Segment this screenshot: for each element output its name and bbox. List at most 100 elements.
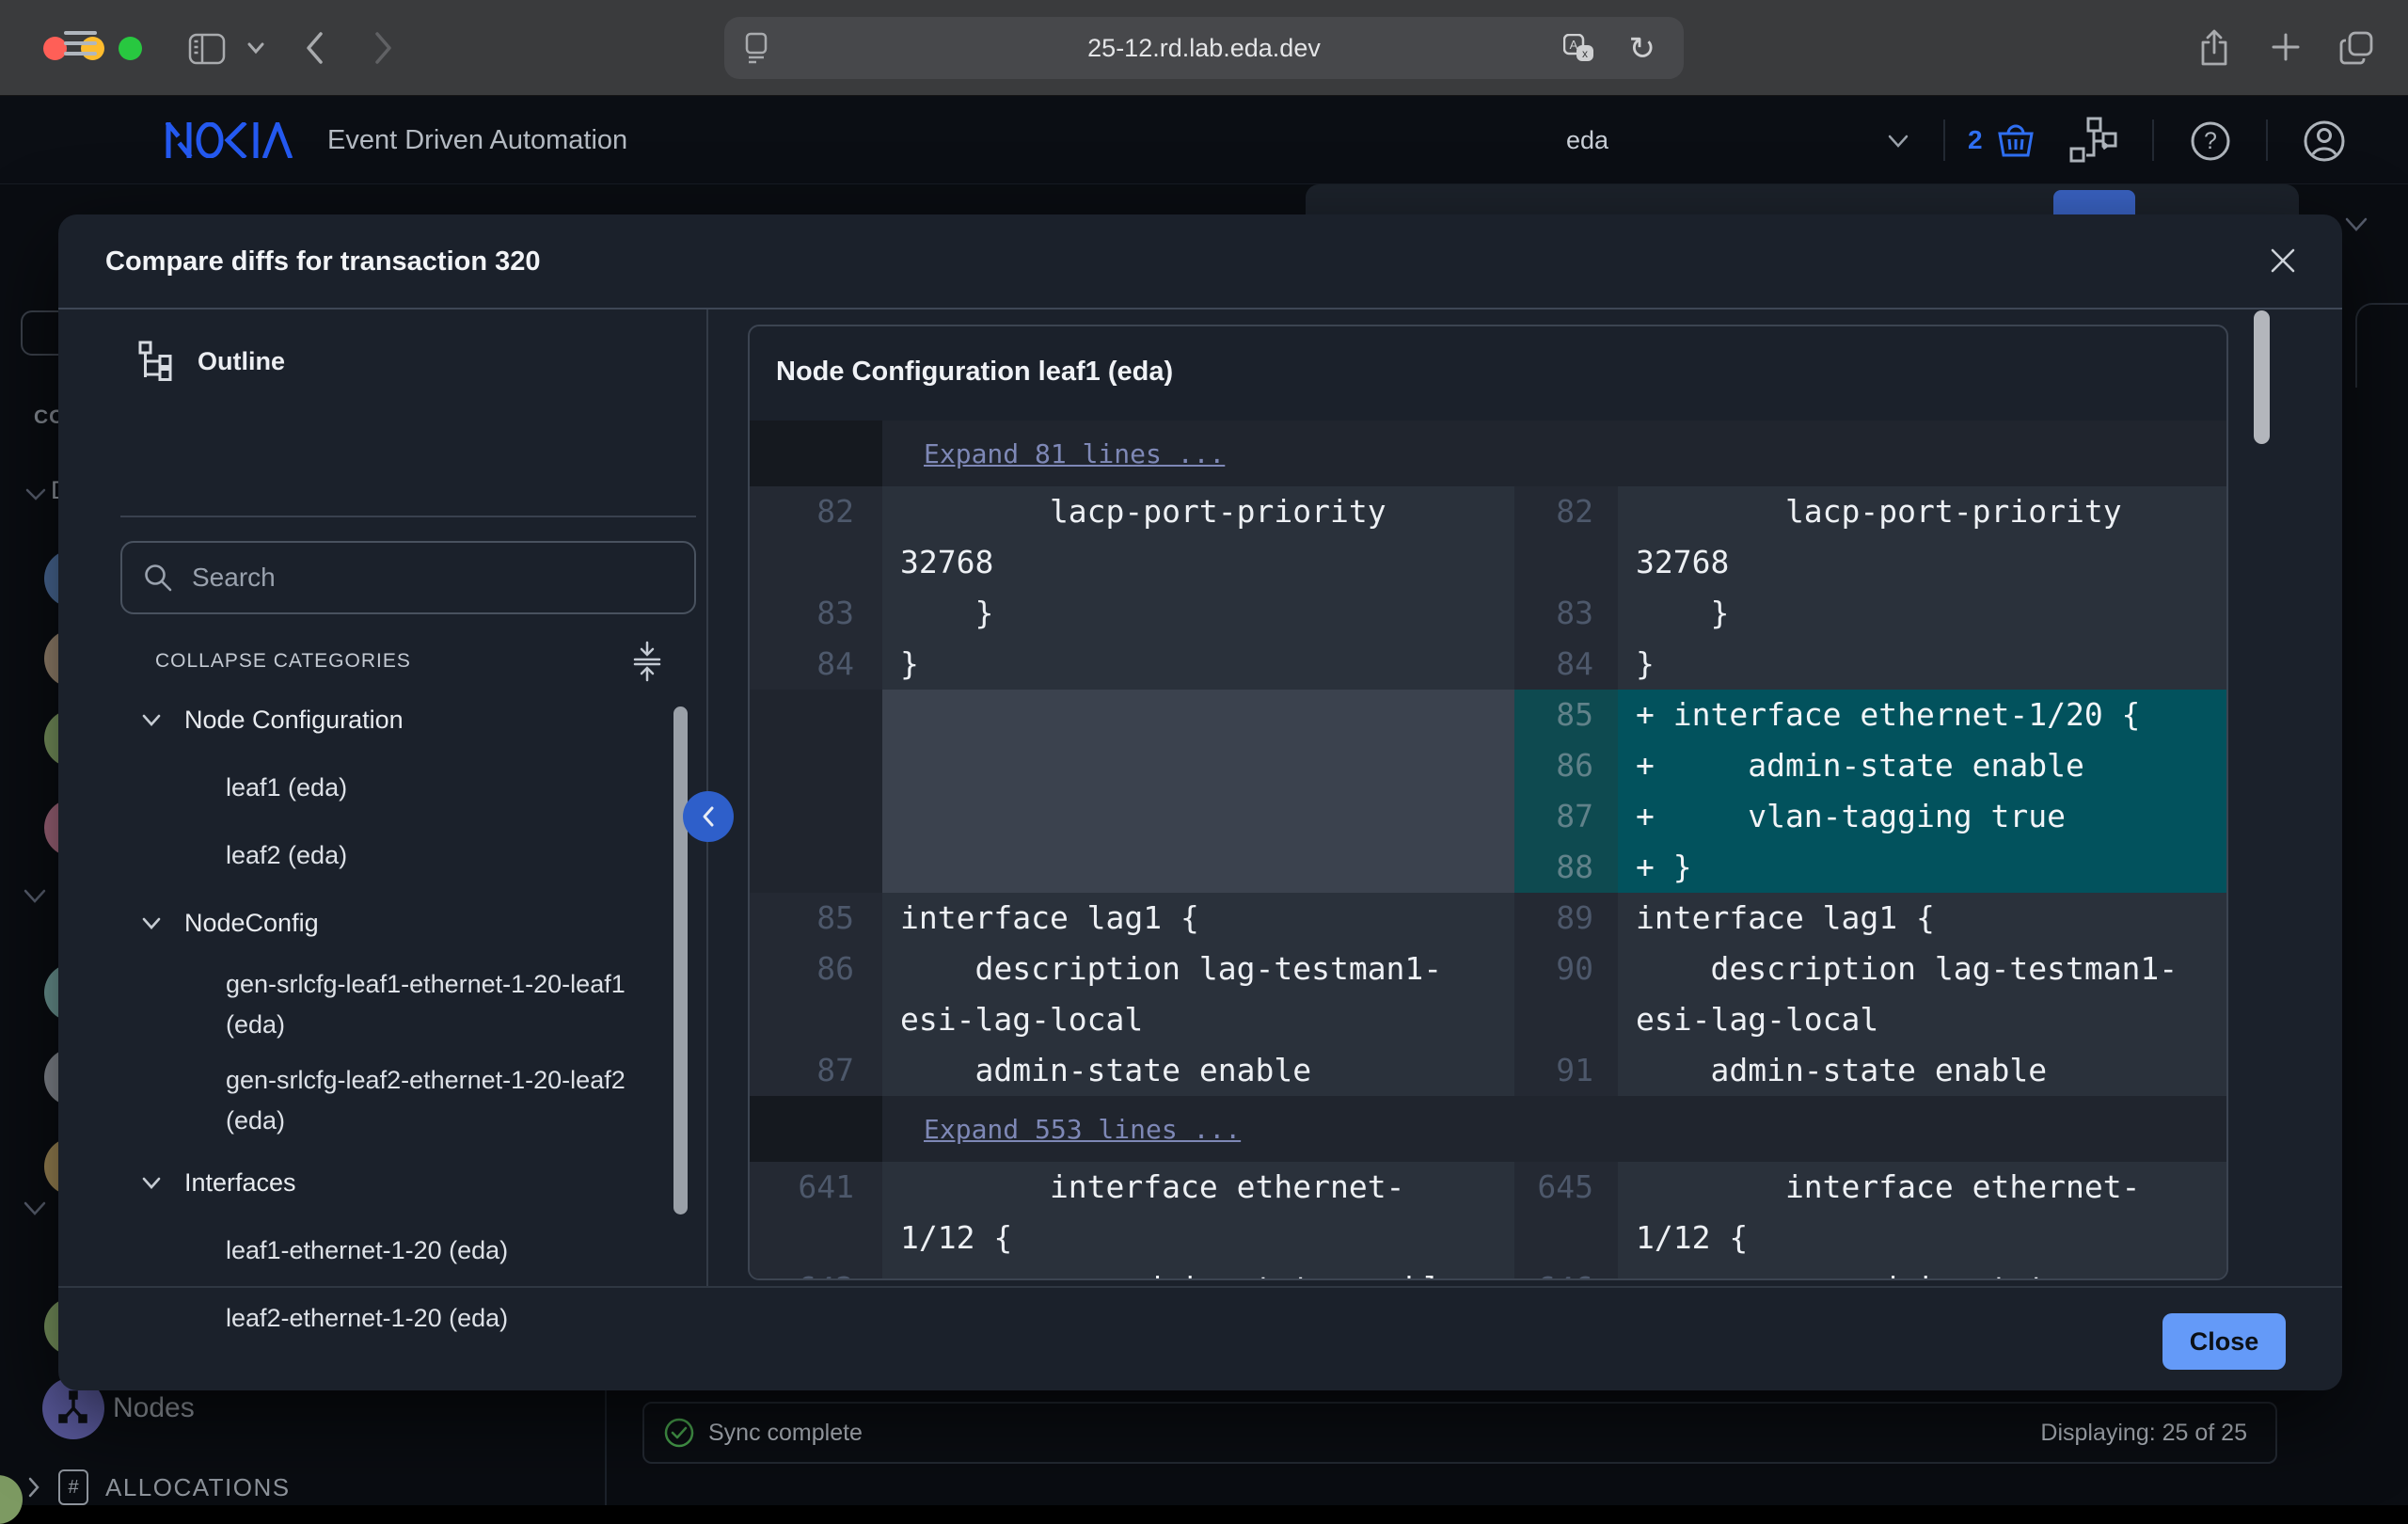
close-button[interactable]: Close	[2162, 1313, 2286, 1370]
right-code-cell: admin-state	[1618, 1263, 2226, 1280]
code-line: + vlan-tagging true	[1636, 791, 2226, 842]
tree-item[interactable]: leaf1-ethernet-1-20 (eda)	[58, 1216, 679, 1284]
right-line-number: 90	[1514, 944, 1618, 1045]
outline-search[interactable]	[120, 541, 696, 614]
right-line-number: 82	[1514, 486, 1618, 588]
namespace-chevron-icon[interactable]	[1887, 134, 1909, 149]
right-code-cell: interface lag1 {	[1618, 893, 2226, 944]
diff-title: Node Configuration leaf1 (eda)	[776, 357, 1173, 388]
app-title: Event Driven Automation	[327, 96, 627, 184]
sidebar-item-allocations[interactable]: # ALLOCATIONS	[26, 1469, 291, 1505]
left-code-cell: admin-state enable	[882, 1263, 1514, 1280]
transaction-basket-icon[interactable]	[1994, 119, 2037, 162]
diff-row: Expand 81 lines ...	[750, 421, 2226, 486]
sync-status: Sync complete	[663, 1404, 863, 1462]
chevron-down-icon	[141, 1176, 162, 1190]
background-chevron-icon	[24, 487, 47, 502]
left-code-cell: interface lag1 {	[882, 893, 1514, 944]
topology-icon[interactable]	[2069, 117, 2118, 164]
outline-tree: Node Configuration leaf1 (eda) leaf2 (eda)…	[58, 686, 679, 1365]
right-code-cell: description lag-testman1-esi-lag-local	[1618, 944, 2226, 1045]
back-button[interactable]	[303, 30, 325, 66]
window-zoom-button[interactable]	[119, 37, 142, 60]
diff-row: 87 admin-state enable91 admin-state enab…	[750, 1045, 2226, 1096]
tab-overview-icon[interactable]	[2338, 30, 2374, 66]
expand-lines-link[interactable]: Expand 553 lines ...	[924, 1114, 1241, 1145]
tree-label: Node Configuration	[184, 706, 404, 735]
code-line: + admin-state enable	[1636, 740, 2226, 791]
help-icon[interactable]: ?	[2190, 120, 2231, 162]
app-header: Event Driven Automation eda 2 ?	[0, 96, 2408, 184]
modal-scrollbar[interactable]	[2254, 310, 2270, 444]
svg-text:x: x	[1582, 47, 1588, 60]
right-line-number: 83	[1514, 588, 1618, 639]
modal-title: Compare diffs for transaction 320	[105, 246, 541, 278]
code-line: }	[900, 588, 1514, 639]
check-circle-icon	[663, 1417, 695, 1449]
outline-tree-icon	[137, 340, 177, 383]
code-line: admin-state enable	[900, 1045, 1514, 1096]
code-line: admin-state enable	[900, 1263, 1514, 1280]
code-line: admin-state	[1636, 1263, 2226, 1280]
tree-label: gen-srlcfg-leaf2-ethernet-1-20-leaf2 (ed…	[226, 1060, 668, 1141]
compare-diffs-modal: Compare diffs for transaction 320 Outlin…	[58, 214, 2342, 1390]
tree-scrollbar[interactable]	[673, 706, 688, 1214]
tree-label: leaf1 (eda)	[226, 768, 668, 808]
code-line: + interface ethernet-1/20 {	[1636, 690, 2226, 740]
sidebar-collapse-toggle[interactable]	[683, 791, 734, 842]
diff-row: Expand 553 lines ...	[750, 1096, 2226, 1162]
transaction-cart-count: 2	[1968, 96, 1983, 184]
code-line: lacp-port-priority	[900, 486, 1514, 537]
code-line: description lag-testman1-	[900, 944, 1514, 994]
share-icon[interactable]	[2199, 28, 2229, 68]
modal-close-icon[interactable]	[2263, 241, 2303, 280]
right-code-cell: interface ethernet-1/12 {	[1618, 1162, 2226, 1263]
expand-lines-link[interactable]: Expand 81 lines ...	[924, 438, 1225, 469]
tree-item[interactable]: gen-srlcfg-leaf2-ethernet-1-20-leaf2 (ed…	[58, 1053, 679, 1149]
browser-toolbar: 25-12.rd.lab.eda.dev A x ↻	[0, 0, 2408, 96]
tree-item[interactable]: leaf1 (eda)	[58, 754, 679, 821]
tree-category[interactable]: NodeConfig	[58, 889, 679, 957]
left-code-cell: admin-state enable	[882, 1045, 1514, 1096]
outline-sidebar: Outline COLLAPSE CATEGORIES Node Configu…	[58, 310, 708, 1286]
tree-category[interactable]: Interfaces	[58, 1149, 679, 1216]
tree-item[interactable]: leaf2-ethernet-1-20 (eda)	[58, 1284, 679, 1352]
diff-row: 85868788+ interface ethernet-1/20 {+ adm…	[750, 690, 2226, 893]
diff-row: 83 }83 }	[750, 588, 2226, 639]
namespace-selector[interactable]: eda	[1566, 96, 1608, 184]
search-input[interactable]	[192, 563, 643, 593]
new-tab-icon[interactable]	[2269, 30, 2303, 64]
forward-button[interactable]	[372, 30, 395, 66]
tree-item[interactable]: gen-srlcfg-leaf1-ethernet-1-20-leaf1 (ed…	[58, 957, 679, 1053]
right-code-cell: + interface ethernet-1/20 {+ admin-state…	[1618, 690, 2226, 893]
reload-icon[interactable]: ↻	[1629, 30, 1656, 68]
translate-icon[interactable]: A x	[1563, 34, 1595, 64]
code-line: + }	[1636, 842, 2226, 893]
sidebar-item-nodes[interactable]: Nodes	[113, 1392, 195, 1424]
tree-category[interactable]: InterfaceState	[58, 1352, 679, 1365]
left-line-number: 642	[750, 1263, 882, 1280]
code-line: admin-state enable	[1636, 1045, 2226, 1096]
left-code-cell: lacp-port-priority32768	[882, 486, 1514, 588]
tree-label: Interfaces	[184, 1168, 296, 1198]
code-line: 1/12 {	[1636, 1213, 2226, 1263]
code-line: interface lag1 {	[1636, 893, 2226, 944]
left-line-number: 83	[750, 588, 882, 639]
tree-category[interactable]: Node Configuration	[58, 686, 679, 754]
sidebar-chevron-icon[interactable]	[246, 41, 265, 55]
tree-item[interactable]: leaf2 (eda)	[58, 821, 679, 889]
left-code-cell: interface ethernet-1/12 {	[882, 1162, 1514, 1263]
chevron-down-icon	[141, 916, 162, 930]
code-line: 1/12 {	[900, 1213, 1514, 1263]
background-divider	[605, 1390, 607, 1505]
menu-hamburger-icon[interactable]	[64, 24, 97, 62]
collapse-all-icon[interactable]	[631, 641, 663, 682]
right-line-number: 646	[1514, 1263, 1618, 1280]
code-line: lacp-port-priority	[1636, 486, 2226, 537]
address-bar[interactable]: 25-12.rd.lab.eda.dev A x ↻	[724, 17, 1684, 79]
sidebar-toggle-icon[interactable]	[188, 33, 226, 65]
user-account-icon[interactable]	[2303, 119, 2346, 163]
url-text: 25-12.rd.lab.eda.dev	[724, 17, 1684, 79]
left-line-number: 86	[750, 944, 882, 1045]
left-line-number-empty	[750, 690, 882, 893]
